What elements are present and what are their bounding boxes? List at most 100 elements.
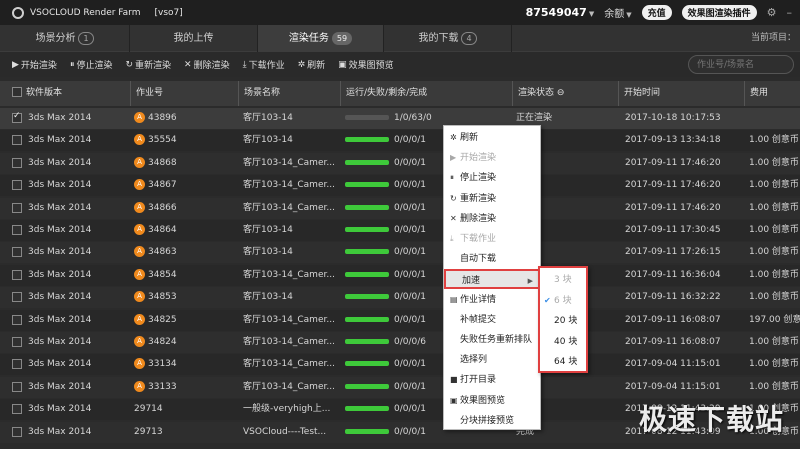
column-label: 软件版本 [26,88,63,98]
account-menu[interactable]: 87549047 ▼ [526,6,595,19]
progress-bar [345,339,389,344]
job-id-cell: A 35554 [134,130,234,151]
plugin-button[interactable]: 效果图渲染插件 [681,5,757,20]
progress-bar [345,182,389,188]
table-row[interactable]: 3ds Max 2014A43896客厅103-141/0/63/0正在渲染20… [0,108,800,129]
tab-scene-analysis[interactable]: 场景分析 1 [0,25,130,52]
row-checkbox[interactable] [12,180,22,191]
stop-render-button[interactable]: ⏸ 停止渲染 [70,58,113,72]
context-menu-item[interactable]: 补帧提交 [444,310,540,330]
rerender-button[interactable]: ↻ 重新渲染 [125,58,171,72]
cost-cell: 1.00 创意币 [749,180,799,191]
context-menu-item[interactable]: ■ 打开目录 [444,370,540,390]
table-row[interactable]: 3ds Max 2014 A 33133 客厅103-14_Camer... 0/0/0… [0,376,800,398]
user-tag: [vso7] [154,7,183,18]
time-cell: 2017-10-18 10:17:53 [625,113,721,123]
job-id: 34866 [148,202,177,213]
row-checkbox[interactable] [12,269,22,280]
row-checkbox[interactable] [12,381,22,392]
gear-icon[interactable]: ⚙ [767,6,777,19]
column-scene-name[interactable]: 场景名称 [238,81,340,106]
row-checkbox[interactable] [12,359,22,370]
main-tabs: 场景分析 1 我的上传 渲染任务 59 我的下载 4 [0,25,800,52]
column-software[interactable]: 软件版本 [0,81,130,106]
row-checkbox[interactable] [12,202,22,213]
app-badge-icon: A [134,380,145,392]
play-icon: ▶ [12,59,19,70]
filter-icon[interactable]: ⊖ [557,88,565,98]
context-menu-item[interactable]: 加速 ▶ [444,269,540,290]
time-cell: 2017-09-04 11:15:01 [625,359,721,370]
context-menu-item[interactable]: 自动下载 [444,249,540,269]
table-row[interactable]: 3ds Max 2014 A 35554 客厅103-14 0/0/0/1 2017-09… [0,130,800,152]
context-menu-item[interactable]: 分块拼接预览 [444,411,540,431]
row-checkbox[interactable] [12,135,22,146]
column-progress[interactable]: 运行/失败/剩余/完成 [340,81,512,106]
row-checkbox[interactable] [12,426,22,437]
column-job-id[interactable]: 作业号 [130,81,238,106]
tab-label: 我的下载 [418,33,459,44]
submenu-item[interactable]: ✔ 6 块 [540,291,586,311]
balance-menu[interactable]: 余额 ▼ [604,5,631,20]
column-cost[interactable]: 费用 [744,81,800,106]
row-checkbox[interactable] [12,247,22,258]
context-menu-item[interactable]: 选择列 [444,350,540,370]
app-badge-icon: A [134,201,145,213]
tab-label: 场景分析 [35,33,76,44]
tab-my-uploads[interactable]: 我的上传 [130,25,258,52]
preview-icon: ▣ [338,59,347,70]
balance-label: 余额 [604,9,625,20]
table-row[interactable]: 3ds Max 2014 A 34867 客厅103-14_Camer... 0/0/0… [0,175,800,197]
app-badge-icon: A [134,313,145,325]
menu-item-label: 分块拼接预览 [460,415,515,426]
row-checkbox[interactable] [12,111,22,123]
column-render-status[interactable]: 渲染状态 ⊖ [512,81,618,106]
context-menu-item[interactable]: 失败任务重新排队 [444,330,540,350]
context-menu-item[interactable]: ▣ 效果图预览 [444,391,540,411]
refresh-button[interactable]: ✲ 刷新 [298,58,326,72]
submenu-item[interactable]: 3 块 [540,270,586,290]
chevron-down-icon: ▼ [626,11,632,19]
column-start-time[interactable]: 开始时间 [618,81,744,106]
row-checkbox[interactable] [12,337,22,347]
row-checkbox[interactable] [12,225,22,235]
job-id: 29714 [134,404,163,415]
select-all-checkbox[interactable] [12,87,22,97]
table-row[interactable]: 3ds Max 2014 A 33134 客厅103-14_Camer... 0/0/0… [0,354,800,376]
table-row[interactable]: 3ds Max 2014 A 34868 客厅103-14_Camer... 0/0/0… [0,152,800,174]
tab-my-downloads[interactable]: 我的下载 4 [384,25,512,52]
preview-button[interactable]: ▣ 效果图预览 [338,58,394,72]
pause-icon: ⏸ [450,173,454,183]
context-menu-item[interactable]: ✕ 删除渲染 [444,209,540,229]
context-menu-item[interactable]: ↻ 重新渲染 [444,189,540,209]
table-row[interactable]: 3ds Max 2014 A 34825 客厅103-14_Camer... 0/0/0… [0,309,800,331]
context-menu-item[interactable]: ▤ 作业详情 [444,290,540,310]
delete-render-button[interactable]: ✕ 删除渲染 [184,58,230,72]
submenu-item[interactable]: 64 块 [540,352,586,372]
table-row[interactable]: 3ds Max 2014 A 34853 客厅103-14 0/0/0/1 2017-09… [0,287,800,309]
row-checkbox[interactable] [12,292,22,303]
submenu-item[interactable]: 40 块 [540,332,586,352]
row-checkbox[interactable] [12,314,22,325]
table-row[interactable]: 3ds Max 2014 A 34866 客厅103-14_Camer... 0/0/0… [0,197,800,219]
app-logo-icon [12,6,24,19]
tab-count-badge: 59 [331,32,353,45]
table-row[interactable]: 3ds Max 2014 A 34824 客厅103-14_Camer... 0/0/0… [0,332,800,353]
context-menu-item[interactable]: ▶ 开始渲染 [444,148,540,168]
context-menu-item[interactable]: ✲ 刷新 [444,128,540,148]
row-checkbox[interactable] [12,157,22,168]
table-row[interactable]: 3ds Max 2014 A 34863 客厅103-14 0/0/0/1 2017-09… [0,242,800,264]
download-job-button[interactable]: ⤓ 下载作业 [243,58,285,72]
progress-bar [345,159,389,165]
tab-render-jobs[interactable]: 渲染任务 59 [258,25,384,52]
recharge-button[interactable]: 充值 [641,5,672,20]
submenu-item[interactable]: 20 块 [540,311,586,331]
context-menu-item[interactable]: ⏸ 停止渲染 [444,168,540,188]
table-row[interactable]: 3ds Max 2014 A 34854 客厅103-14_Camer... 0/0/0… [0,264,800,286]
start-render-button[interactable]: ▶ 开始渲染 [12,58,57,72]
minimize-icon[interactable]: – [787,6,793,19]
context-menu-item[interactable]: ⤓ 下载作业 [444,229,540,249]
row-checkbox[interactable] [12,404,22,415]
table-row[interactable]: 3ds Max 2014 A 34864 客厅103-14 0/0/0/1 2017-09… [0,220,800,241]
search-input[interactable] [688,55,794,74]
